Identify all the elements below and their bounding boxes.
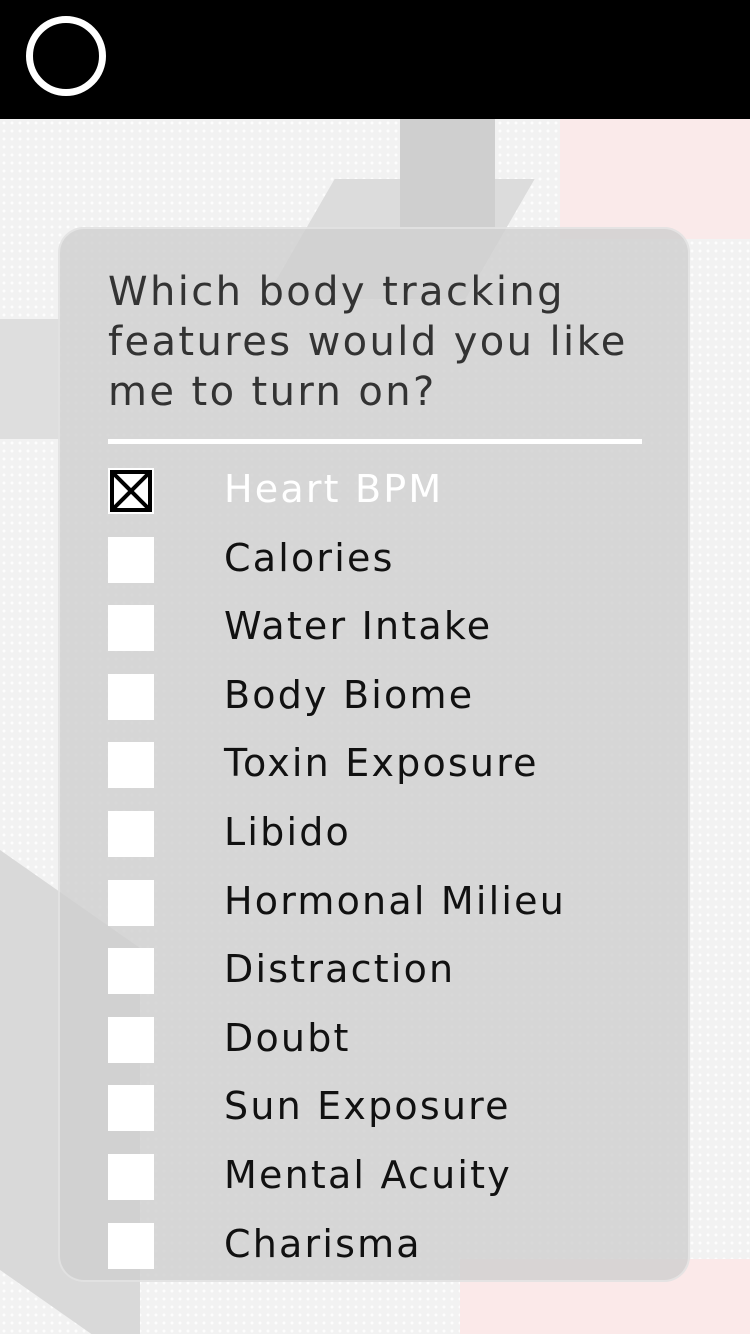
checkbox[interactable]	[108, 1016, 154, 1063]
checkbox[interactable]	[108, 948, 154, 995]
option-calories[interactable]: Calories	[108, 533, 668, 602]
checkbox[interactable]	[108, 879, 154, 926]
option-toxin-exposure[interactable]: Toxin Exposure	[108, 738, 668, 807]
option-label: Hormonal Milieu	[224, 878, 566, 923]
option-hormonal-milieu[interactable]: Hormonal Milieu	[108, 876, 668, 945]
checkbox[interactable]	[108, 742, 154, 789]
checkbox[interactable]	[108, 1153, 154, 1200]
ring-icon[interactable]	[26, 16, 106, 96]
bg-shape	[400, 119, 495, 229]
option-label: Doubt	[224, 1015, 351, 1060]
checkbox[interactable]	[108, 536, 154, 583]
checkbox[interactable]	[108, 468, 154, 514]
divider	[108, 439, 642, 444]
top-bar	[0, 0, 750, 119]
option-heart-bpm[interactable]: Heart BPM	[108, 464, 668, 533]
checkbox[interactable]	[108, 605, 154, 652]
checkbox[interactable]	[108, 673, 154, 720]
bg-shape	[560, 119, 750, 239]
option-mental-acuity[interactable]: Mental Acuity	[108, 1150, 668, 1219]
tracking-options-card: Which body tracking features would you l…	[58, 227, 690, 1282]
options-list: Heart BPM Calories Water Intake Body Bio…	[108, 464, 668, 1287]
option-label: Heart BPM	[224, 467, 444, 511]
option-label: Mental Acuity	[224, 1152, 512, 1197]
option-charisma[interactable]: Charisma	[108, 1219, 668, 1288]
option-label: Sun Exposure	[224, 1084, 511, 1129]
option-label: Body Biome	[224, 672, 475, 717]
option-label: Toxin Exposure	[224, 741, 539, 786]
option-label: Libido	[224, 809, 351, 854]
x-check-icon	[110, 470, 152, 512]
option-label: Charisma	[224, 1221, 422, 1266]
option-label: Distraction	[224, 947, 456, 992]
checkbox[interactable]	[108, 810, 154, 857]
option-water-intake[interactable]: Water Intake	[108, 601, 668, 670]
option-sun-exposure[interactable]: Sun Exposure	[108, 1081, 668, 1150]
option-distraction[interactable]: Distraction	[108, 944, 668, 1013]
checkbox[interactable]	[108, 1085, 154, 1132]
bg-shape	[0, 319, 60, 439]
option-doubt[interactable]: Doubt	[108, 1013, 668, 1082]
checkbox[interactable]	[108, 1222, 154, 1269]
option-label: Water Intake	[224, 604, 493, 649]
question-text: Which body tracking features would you l…	[108, 269, 628, 415]
option-label: Calories	[224, 535, 395, 580]
option-body-biome[interactable]: Body Biome	[108, 670, 668, 739]
option-libido[interactable]: Libido	[108, 807, 668, 876]
